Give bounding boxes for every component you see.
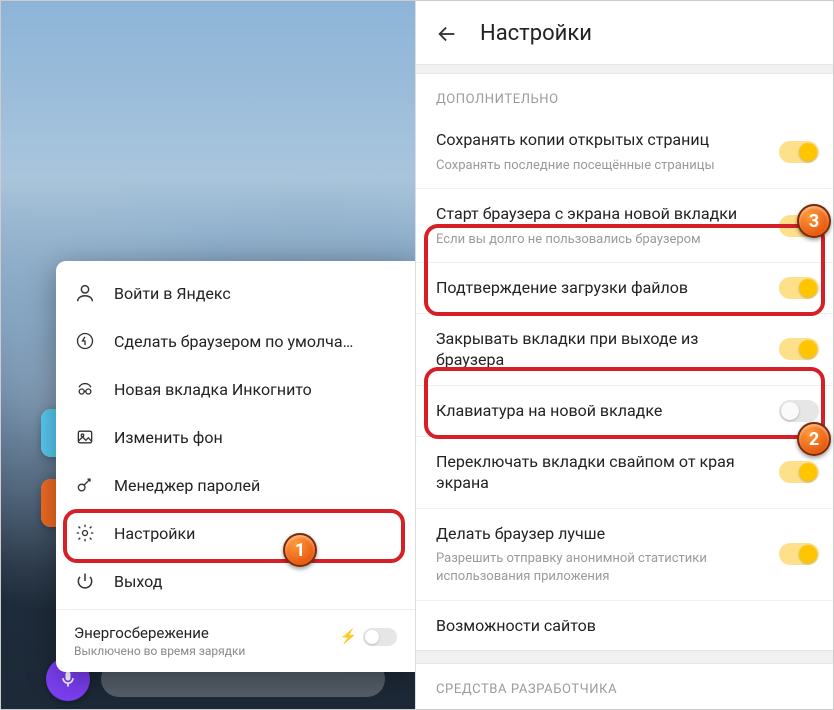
power-subtitle: Выключено во время зарядки bbox=[74, 644, 397, 658]
setting-save-copies[interactable]: Сохранять копии открытых страниц Сохраня… bbox=[416, 115, 833, 188]
menu-label: Настройки bbox=[114, 524, 195, 543]
browser-menu: Войти в Яндекс Сделать браузером по умол… bbox=[56, 261, 415, 672]
menu-label: Менеджер паролей bbox=[114, 476, 260, 495]
menu-default-browser[interactable]: Сделать браузером по умолча… bbox=[56, 317, 415, 365]
separator bbox=[56, 609, 415, 610]
annotation-badge-2: 2 bbox=[797, 422, 831, 456]
setting-improve-browser[interactable]: Делать браузер лучше Разрешить отправку … bbox=[416, 508, 833, 600]
section-title-dev: СРЕДСТВА РАЗРАБОТЧИКА bbox=[416, 664, 833, 709]
setting-keyboard-newtab[interactable]: Клавиатура на новой вкладке bbox=[416, 385, 833, 436]
mic-icon bbox=[58, 669, 78, 689]
toggle-on[interactable] bbox=[779, 338, 819, 360]
setting-site-capabilities[interactable]: Возможности сайтов bbox=[416, 600, 833, 651]
user-icon bbox=[74, 282, 96, 304]
setting-title: Переключать вкладки свайпом от края экра… bbox=[436, 451, 763, 494]
power-saving-row[interactable]: Энергосбережение Выключено во время заря… bbox=[56, 614, 415, 672]
right-screenshot: Настройки ДОПОЛНИТЕЛЬНО Сохранять копии … bbox=[416, 1, 833, 709]
power-icon bbox=[74, 570, 96, 592]
toggle-off[interactable] bbox=[779, 400, 819, 422]
setting-subtitle: Разрешить отправку анонимной статистики … bbox=[436, 550, 763, 585]
menu-exit[interactable]: Выход bbox=[56, 557, 415, 605]
setting-subtitle: Сохранять последние посещённые страницы bbox=[436, 157, 763, 175]
toggle-on[interactable] bbox=[779, 277, 819, 299]
menu-login[interactable]: Войти в Яндекс bbox=[56, 269, 415, 317]
setting-confirm-download[interactable]: Подтверждение загрузки файлов bbox=[416, 262, 833, 313]
toggle-on[interactable] bbox=[779, 461, 819, 483]
setting-start-newtab[interactable]: Старт браузера с экрана новой вкладки Ес… bbox=[416, 188, 833, 262]
menu-change-bg[interactable]: Изменить фон bbox=[56, 413, 415, 461]
toggle-on[interactable] bbox=[779, 543, 819, 565]
settings-title: Настройки bbox=[480, 21, 592, 46]
section-title-extra: ДОПОЛНИТЕЛЬНО bbox=[416, 74, 833, 115]
image-icon bbox=[74, 426, 96, 448]
gear-icon bbox=[74, 522, 96, 544]
left-screenshot: Войти в Яндекс Сделать браузером по умол… bbox=[1, 1, 416, 709]
toggle-on[interactable] bbox=[779, 141, 819, 163]
setting-title: Делать браузер лучше bbox=[436, 523, 763, 545]
menu-label: Сделать браузером по умолча… bbox=[114, 332, 353, 351]
annotation-badge-3: 3 bbox=[797, 204, 831, 238]
menu-label: Новая вкладка Инкогнито bbox=[114, 380, 312, 399]
menu-password-manager[interactable]: Менеджер паролей bbox=[56, 461, 415, 509]
power-toggle[interactable]: ⚡ bbox=[340, 628, 397, 646]
incognito-icon bbox=[74, 378, 96, 400]
key-icon bbox=[74, 474, 96, 496]
setting-title: Клавиатура на новой вкладке bbox=[436, 400, 763, 422]
menu-label: Изменить фон bbox=[114, 428, 223, 447]
toggle-off[interactable] bbox=[363, 628, 397, 646]
annotation-badge-1: 1 bbox=[283, 533, 317, 567]
setting-subtitle: Если вы долго не пользовались браузером bbox=[436, 231, 763, 249]
setting-title: Сохранять копии открытых страниц bbox=[436, 129, 763, 151]
section-divider bbox=[416, 64, 833, 74]
settings-header: Настройки bbox=[416, 1, 833, 64]
setting-close-tabs[interactable]: Закрывать вкладки при выходе из браузера bbox=[416, 313, 833, 385]
menu-label: Выход bbox=[114, 572, 162, 591]
setting-title: Старт браузера с экрана новой вкладки bbox=[436, 203, 763, 225]
back-button[interactable] bbox=[436, 23, 458, 45]
menu-label: Войти в Яндекс bbox=[114, 284, 231, 303]
setting-title: Возможности сайтов bbox=[436, 615, 763, 637]
yandex-icon bbox=[74, 330, 96, 352]
setting-swipe-tabs[interactable]: Переключать вкладки свайпом от края экра… bbox=[416, 436, 833, 508]
menu-settings[interactable]: Настройки bbox=[56, 509, 415, 557]
setting-title: Закрывать вкладки при выходе из браузера bbox=[436, 328, 763, 371]
section-divider bbox=[416, 650, 833, 664]
bolt-icon: ⚡ bbox=[340, 629, 357, 645]
setting-title: Подтверждение загрузки файлов bbox=[436, 277, 763, 299]
menu-incognito[interactable]: Новая вкладка Инкогнито bbox=[56, 365, 415, 413]
